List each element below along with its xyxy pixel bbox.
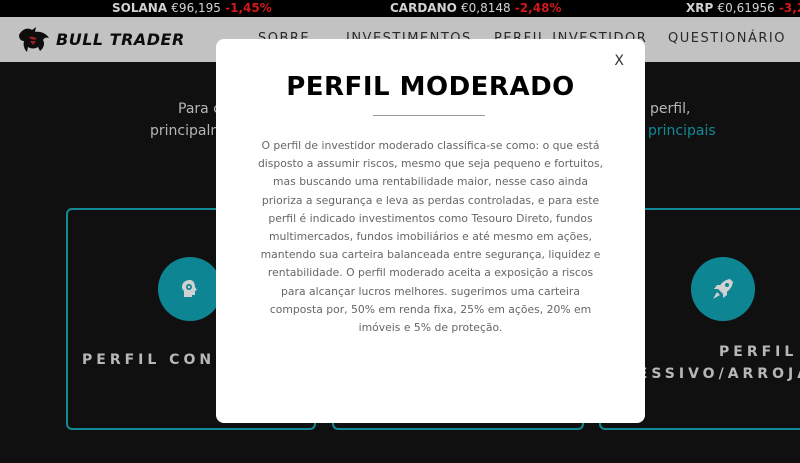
title-divider <box>373 115 485 116</box>
close-button[interactable]: X <box>614 53 624 69</box>
profile-modal: X PERFIL MODERADO O perfil de investidor… <box>216 39 645 423</box>
modal-description: O perfil de investidor moderado classifi… <box>257 139 604 335</box>
modal-title: PERFIL MODERADO <box>286 72 575 102</box>
